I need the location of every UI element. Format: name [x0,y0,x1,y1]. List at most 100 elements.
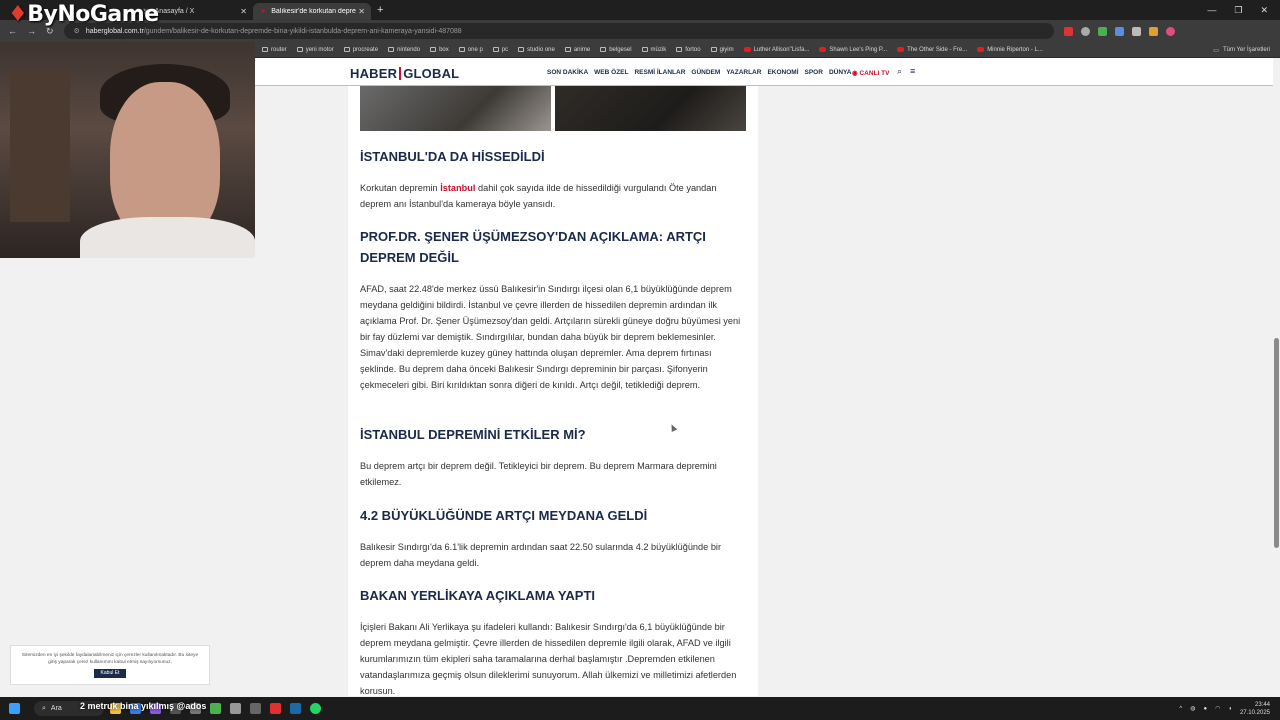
paragraph: Korkutan depremin İstanbul dahil çok say… [360,183,717,209]
bookmark[interactable]: box [430,47,449,53]
extension-icons [1063,26,1175,36]
extension-icon[interactable] [1148,26,1158,36]
article-image [555,86,746,131]
extension-icon[interactable] [1080,26,1090,36]
new-tab-button[interactable]: + [377,4,383,16]
app-icon[interactable] [230,703,241,714]
app-icon[interactable] [250,703,261,714]
minimize-icon[interactable]: — [1207,5,1216,15]
section-heading: 4.2 BÜYÜKLÜĞÜNDE ARTÇI MEYDANA GELDİ [360,508,648,523]
stream-chat-overlay: 2 metruk bina yıkılmış @ados [80,701,207,711]
extension-icon[interactable] [1131,26,1141,36]
article-image [360,86,551,131]
system-tray: ^ ◍ ● ◠ ◖ 23:44 27.10.2025 [1179,697,1270,720]
reload-icon[interactable]: ↻ [46,26,54,37]
main-nav: SON DAKİKA WEB ÖZEL RESMİ İLANLAR GÜNDEM… [547,69,851,76]
section-heading: İSTANBUL'DA DA HİSSEDİLDİ [360,149,545,164]
bookmark[interactable]: router [262,47,287,53]
nav-son-dakika[interactable]: SON DAKİKA [547,69,588,76]
address-bar-row: ← → ↻ ⚙ haberglobal.com.tr/gundem/balike… [0,20,1280,42]
bookmark[interactable]: anime [564,47,590,53]
brand-flame-icon: ♦ [8,2,28,27]
cookie-text: Sitemizden en iyi şekilde faydalanabilme… [21,653,199,665]
volume-icon[interactable]: ◖ [1228,706,1232,712]
bookmark[interactable]: giyim [710,47,734,53]
whatsapp-icon[interactable] [310,703,321,714]
bookmark[interactable]: nintendo [388,47,420,53]
extension-icon[interactable] [1114,26,1124,36]
cookie-banner: Sitemizden en iyi şekilde faydalanabilme… [10,645,210,685]
page-scrollbar[interactable] [1273,58,1280,696]
section-heading: İSTANBUL DEPREMİNİ ETKİLER Mİ? [360,427,586,442]
bookshelf [10,72,70,222]
paragraph: İçişleri Bakanı Ali Yerlikaya şu ifadele… [360,622,737,696]
article-image-strip [360,86,746,131]
back-icon[interactable]: ← [8,26,17,36]
windows-start-icon[interactable] [9,703,20,714]
steam-icon[interactable] [290,703,301,714]
nav-web-ozel[interactable]: WEB ÖZEL [594,69,628,76]
bookmark[interactable]: studio one [518,47,555,53]
bookmark[interactable]: belgesel [600,47,632,53]
site-info-icon[interactable]: ⚙ [74,27,80,35]
mic-icon[interactable]: ● [1203,706,1207,712]
close-icon[interactable]: ✕ [240,7,247,16]
wifi-icon[interactable]: ◠ [1215,705,1220,712]
extension-icon[interactable] [1097,26,1107,36]
bookmark[interactable]: Minnie Riperton - L... [977,47,1043,53]
search-icon: ⌕ [42,704,46,712]
bookmark[interactable]: Shawn Lee's Ping P... [819,47,887,53]
article-body: İSTANBUL'DA DA HİSSEDİLDİ Korkutan depre… [348,86,758,696]
accept-cookies-button[interactable]: Kabul Et [93,669,127,678]
section-heading: PROF.DR. ŞENER ÜŞÜMEZSOY'DAN AÇIKLAMA: A… [360,229,706,265]
clock[interactable]: 23:44 27.10.2025 [1240,701,1270,717]
app-icon[interactable] [270,703,281,714]
nav-yazarlar[interactable]: YAZARLAR [726,69,761,76]
close-icon[interactable]: ✕ [358,7,365,16]
paragraph: Bu deprem artçı bir deprem değil. Tetikl… [360,461,717,487]
live-tv-link[interactable]: ◉ CANLI TV [852,69,889,77]
site-logo[interactable]: HABER GLOBAL [350,66,459,81]
url-host: haberglobal.com.tr [85,27,144,35]
bookmark[interactable]: müzik [641,47,666,53]
haberglobal-icon: ● [261,8,266,15]
tab-haberglobal[interactable]: ● Balıkesir'de korkutan deprem... ✕ [253,3,371,20]
nav-ekonomi[interactable]: EKONOMİ [767,69,798,76]
site-header: HABER GLOBAL SON DAKİKA WEB ÖZEL RESMİ İL… [255,58,1273,86]
nav-gundem[interactable]: GÜNDEM [691,69,720,76]
chevron-up-icon[interactable]: ^ [1179,706,1182,712]
close-window-icon[interactable]: ✕ [1260,5,1268,16]
tab-label: Balıkesir'de korkutan deprem... [271,8,356,15]
header-icons: ⌕ ≡ [897,66,915,77]
window-controls: — ❐ ✕ [1207,0,1280,20]
profile-avatar[interactable] [1165,26,1175,36]
nav-resmi-ilanlar[interactable]: RESMİ İLANLAR [634,69,685,76]
network-icon[interactable]: ◍ [1190,705,1195,712]
maximize-icon[interactable]: ❐ [1234,5,1242,16]
folder-icon: ▭ [1213,47,1219,54]
paragraph: Balıkesir Sındırgı'da 6.1'lik depremin a… [360,542,722,568]
bookmark[interactable]: The Other Side - Fre... [897,47,967,53]
istanbul-link[interactable]: İstanbul [440,183,475,193]
forward-icon[interactable]: → [27,26,36,36]
bookmark[interactable]: pc [492,47,508,53]
bookmark[interactable]: one p [458,47,483,53]
menu-icon[interactable]: ≡ [910,66,915,77]
bookmark[interactable]: fortoo [676,47,701,53]
url-field[interactable]: ⚙ haberglobal.com.tr/gundem/balikesir-de… [63,23,1054,39]
bookmark[interactable]: Luther Allison"Lisfa... [743,47,809,53]
stream-brand: ♦ByNoGame [8,2,159,27]
live-icon: ◉ [852,70,858,77]
search-icon[interactable]: ⌕ [897,66,902,77]
browser-tab-bar: 𝕏 Anasayfa / X ✕ ● Balıkesir'de korkutan… [0,0,1280,20]
extension-icon[interactable] [1063,26,1073,36]
web-page: HABER GLOBAL SON DAKİKA WEB ÖZEL RESMİ İL… [255,58,1273,696]
app-icon[interactable] [210,703,221,714]
all-bookmarks[interactable]: ▭ Tüm Yer İşaretleri [1207,42,1270,57]
bookmark[interactable]: yeni motor [296,47,334,53]
scrollbar-thumb[interactable] [1274,338,1279,548]
streamer-shirt [80,217,255,258]
nav-spor[interactable]: SPOR [805,69,823,76]
nav-dunya[interactable]: DÜNYA [829,69,852,76]
bookmark[interactable]: procreate [343,47,378,53]
